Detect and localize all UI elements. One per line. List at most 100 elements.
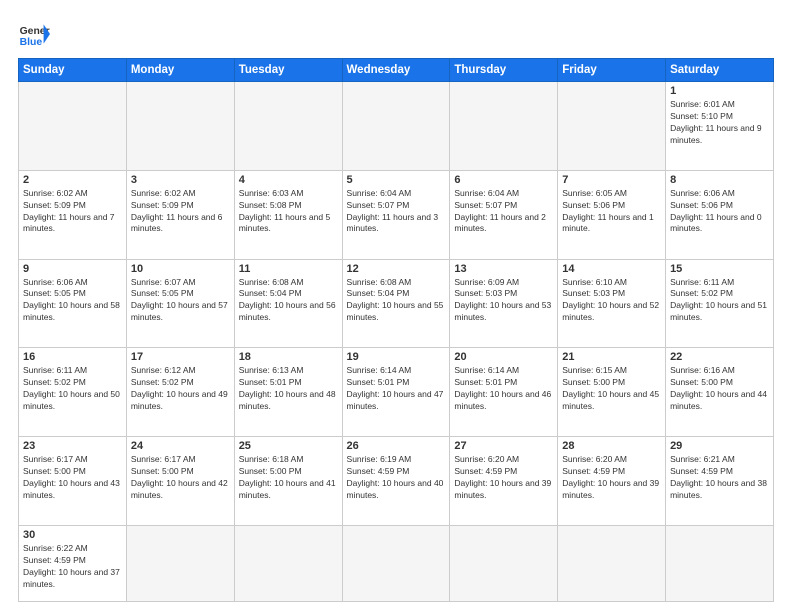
- calendar-cell: [666, 525, 774, 601]
- day-number: 16: [23, 351, 122, 363]
- calendar-cell: [19, 82, 127, 171]
- calendar-cell: 15 Sunrise: 6:11 AMSunset: 5:02 PMDayligh…: [666, 259, 774, 348]
- calendar-cell: 7 Sunrise: 6:05 AMSunset: 5:06 PMDaylight…: [558, 170, 666, 259]
- calendar-cell: 19 Sunrise: 6:14 AMSunset: 5:01 PMDayligh…: [342, 348, 450, 437]
- week-row-6: 30Sunrise: 6:22 AMSunset: 4:59 PMDayligh…: [19, 525, 774, 601]
- day-number: 13: [454, 263, 553, 275]
- calendar-cell: 29Sunrise: 6:21 AMSunset: 4:59 PMDayligh…: [666, 437, 774, 526]
- day-info: Sunrise: 6:06 AMSunset: 5:06 PMDaylight:…: [670, 188, 769, 236]
- day-number: 11: [239, 263, 338, 275]
- calendar-cell: 22Sunrise: 6:16 AMSunset: 5:00 PMDayligh…: [666, 348, 774, 437]
- week-row-4: 16 Sunrise: 6:11 AMSunset: 5:02 PMDayligh…: [19, 348, 774, 437]
- day-info: Sunrise: 6:19 AMSunset: 4:59 PMDaylight:…: [347, 454, 446, 502]
- day-info: Sunrise: 6:04 AMSunset: 5:07 PMDaylight:…: [347, 188, 446, 236]
- weekday-saturday: Saturday: [666, 59, 774, 82]
- day-number: 15: [670, 263, 769, 275]
- week-row-3: 9 Sunrise: 6:06 AMSunset: 5:05 PMDaylight…: [19, 259, 774, 348]
- header: General Blue: [18, 18, 774, 50]
- day-info: Sunrise: 6:14 AMSunset: 5:01 PMDaylight:…: [347, 365, 446, 413]
- weekday-sunday: Sunday: [19, 59, 127, 82]
- page: General Blue SundayMondayTuesdayWednesda…: [0, 0, 792, 612]
- calendar-cell: 12 Sunrise: 6:08 AMSunset: 5:04 PMDayligh…: [342, 259, 450, 348]
- day-info: Sunrise: 6:03 AMSunset: 5:08 PMDaylight:…: [239, 188, 338, 236]
- day-number: 1: [670, 85, 769, 97]
- calendar-cell: [342, 82, 450, 171]
- calendar-cell: 21 Sunrise: 6:15 AMSunset: 5:00 PMDayligh…: [558, 348, 666, 437]
- day-info: Sunrise: 6:13 AMSunset: 5:01 PMDaylight:…: [239, 365, 338, 413]
- day-info: Sunrise: 6:20 AMSunset: 4:59 PMDaylight:…: [562, 454, 661, 502]
- day-number: 25: [239, 440, 338, 452]
- weekday-header-row: SundayMondayTuesdayWednesdayThursdayFrid…: [19, 59, 774, 82]
- day-info: Sunrise: 6:12 AMSunset: 5:02 PMDaylight:…: [131, 365, 230, 413]
- calendar-cell: 23Sunrise: 6:17 AMSunset: 5:00 PMDayligh…: [19, 437, 127, 526]
- day-number: 12: [347, 263, 446, 275]
- day-info: Sunrise: 6:10 AMSunset: 5:03 PMDaylight:…: [562, 277, 661, 325]
- calendar-cell: 10Sunrise: 6:07 AMSunset: 5:05 PMDayligh…: [126, 259, 234, 348]
- day-number: 30: [23, 529, 122, 541]
- calendar-cell: [126, 82, 234, 171]
- day-number: 7: [562, 174, 661, 186]
- logo: General Blue: [18, 18, 50, 50]
- calendar-cell: 1Sunrise: 6:01 AMSunset: 5:10 PMDaylight…: [666, 82, 774, 171]
- weekday-monday: Monday: [126, 59, 234, 82]
- calendar-cell: [450, 82, 558, 171]
- day-info: Sunrise: 6:05 AMSunset: 5:06 PMDaylight:…: [562, 188, 661, 236]
- day-number: 23: [23, 440, 122, 452]
- day-number: 27: [454, 440, 553, 452]
- calendar-cell: 30Sunrise: 6:22 AMSunset: 4:59 PMDayligh…: [19, 525, 127, 601]
- day-number: 28: [562, 440, 661, 452]
- weekday-tuesday: Tuesday: [234, 59, 342, 82]
- calendar-cell: 24 Sunrise: 6:17 AMSunset: 5:00 PMDayligh…: [126, 437, 234, 526]
- calendar-cell: 2Sunrise: 6:02 AMSunset: 5:09 PMDaylight…: [19, 170, 127, 259]
- day-info: Sunrise: 6:04 AMSunset: 5:07 PMDaylight:…: [454, 188, 553, 236]
- day-number: 19: [347, 351, 446, 363]
- day-number: 21: [562, 351, 661, 363]
- day-number: 20: [454, 351, 553, 363]
- calendar-cell: 5 Sunrise: 6:04 AMSunset: 5:07 PMDaylight…: [342, 170, 450, 259]
- day-number: 17: [131, 351, 230, 363]
- svg-text:Blue: Blue: [20, 37, 43, 48]
- day-info: Sunrise: 6:14 AMSunset: 5:01 PMDaylight:…: [454, 365, 553, 413]
- day-info: Sunrise: 6:17 AMSunset: 5:00 PMDaylight:…: [131, 454, 230, 502]
- day-number: 5: [347, 174, 446, 186]
- day-info: Sunrise: 6:08 AMSunset: 5:04 PMDaylight:…: [239, 277, 338, 325]
- calendar-cell: 8 Sunrise: 6:06 AMSunset: 5:06 PMDaylight…: [666, 170, 774, 259]
- calendar-cell: 27 Sunrise: 6:20 AMSunset: 4:59 PMDayligh…: [450, 437, 558, 526]
- day-info: Sunrise: 6:06 AMSunset: 5:05 PMDaylight:…: [23, 277, 122, 325]
- day-info: Sunrise: 6:11 AMSunset: 5:02 PMDaylight:…: [670, 277, 769, 325]
- week-row-2: 2 Sunrise: 6:02 AMSunset: 5:09 PMDaylight…: [19, 170, 774, 259]
- calendar-cell: 4 Sunrise: 6:03 AMSunset: 5:08 PMDaylight…: [234, 170, 342, 259]
- calendar-cell: 14Sunrise: 6:10 AMSunset: 5:03 PMDayligh…: [558, 259, 666, 348]
- calendar-cell: [126, 525, 234, 601]
- day-info: Sunrise: 6:08 AMSunset: 5:04 PMDaylight:…: [347, 277, 446, 325]
- day-number: 22: [670, 351, 769, 363]
- calendar-cell: 9 Sunrise: 6:06 AMSunset: 5:05 PMDaylight…: [19, 259, 127, 348]
- day-number: 4: [239, 174, 338, 186]
- day-info: Sunrise: 6:20 AMSunset: 4:59 PMDaylight:…: [454, 454, 553, 502]
- calendar-cell: 3Sunrise: 6:02 AMSunset: 5:09 PMDaylight…: [126, 170, 234, 259]
- day-number: 8: [670, 174, 769, 186]
- calendar-cell: [558, 82, 666, 171]
- calendar-cell: 6 Sunrise: 6:04 AMSunset: 5:07 PMDaylight…: [450, 170, 558, 259]
- calendar-cell: 17 Sunrise: 6:12 AMSunset: 5:02 PMDayligh…: [126, 348, 234, 437]
- calendar-cell: 28 Sunrise: 6:20 AMSunset: 4:59 PMDayligh…: [558, 437, 666, 526]
- day-number: 26: [347, 440, 446, 452]
- calendar-cell: [342, 525, 450, 601]
- day-number: 24: [131, 440, 230, 452]
- calendar-cell: [234, 525, 342, 601]
- calendar-cell: 20 Sunrise: 6:14 AMSunset: 5:01 PMDayligh…: [450, 348, 558, 437]
- day-info: Sunrise: 6:11 AMSunset: 5:02 PMDaylight:…: [23, 365, 122, 413]
- calendar-cell: 13Sunrise: 6:09 AMSunset: 5:03 PMDayligh…: [450, 259, 558, 348]
- day-info: Sunrise: 6:15 AMSunset: 5:00 PMDaylight:…: [562, 365, 661, 413]
- day-number: 2: [23, 174, 122, 186]
- day-info: Sunrise: 6:02 AMSunset: 5:09 PMDaylight:…: [131, 188, 230, 236]
- day-number: 9: [23, 263, 122, 275]
- calendar: SundayMondayTuesdayWednesdayThursdayFrid…: [18, 58, 774, 602]
- calendar-cell: 25Sunrise: 6:18 AMSunset: 5:00 PMDayligh…: [234, 437, 342, 526]
- day-number: 6: [454, 174, 553, 186]
- weekday-wednesday: Wednesday: [342, 59, 450, 82]
- calendar-cell: 16 Sunrise: 6:11 AMSunset: 5:02 PMDayligh…: [19, 348, 127, 437]
- day-number: 29: [670, 440, 769, 452]
- calendar-cell: [558, 525, 666, 601]
- calendar-cell: 26 Sunrise: 6:19 AMSunset: 4:59 PMDayligh…: [342, 437, 450, 526]
